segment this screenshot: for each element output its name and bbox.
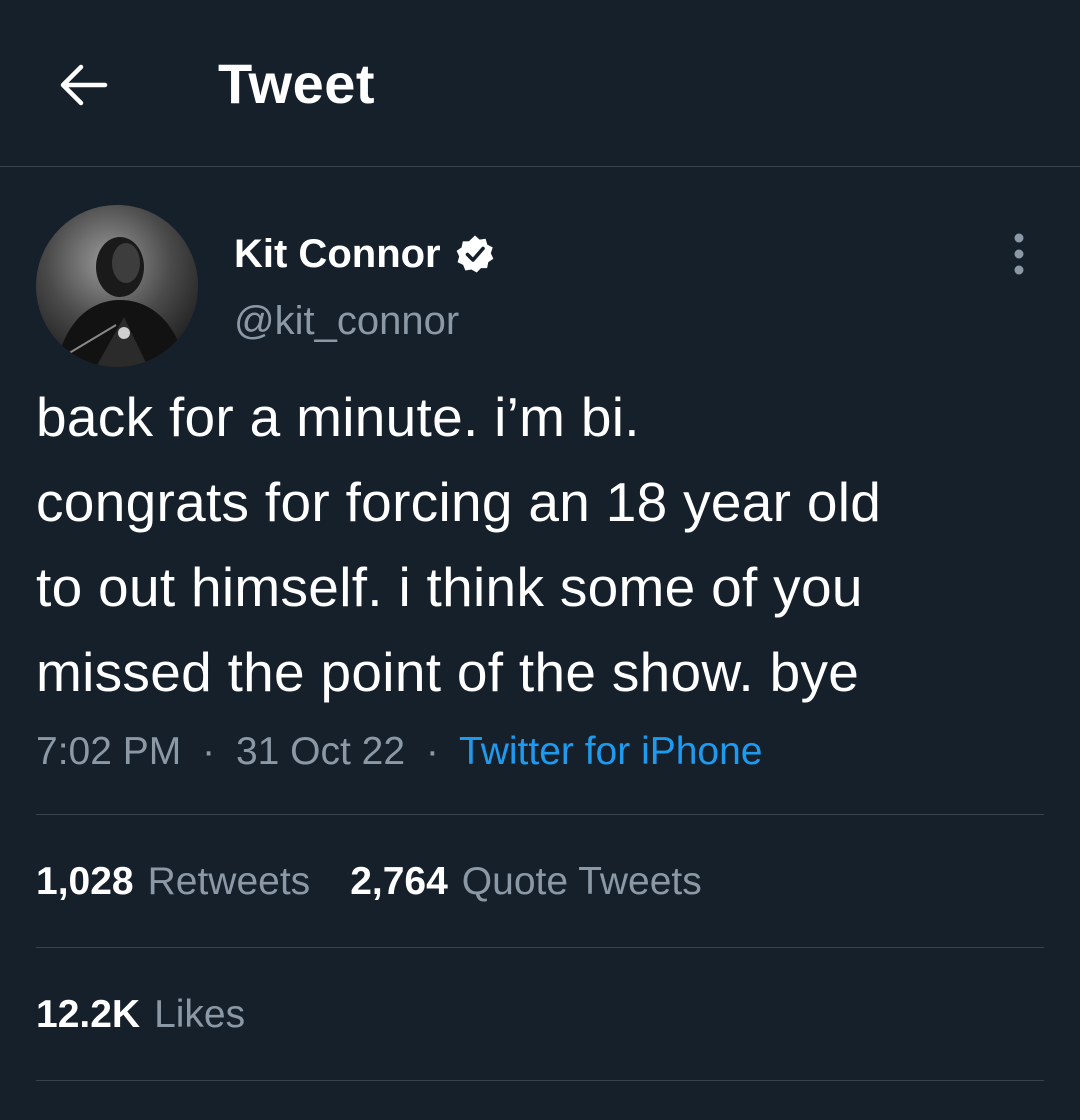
quote-tweets-count: 2,764 xyxy=(350,860,448,903)
top-bar: Tweet xyxy=(0,0,1080,167)
page-title: Tweet xyxy=(218,52,376,115)
avatar-image xyxy=(36,205,198,367)
avatar[interactable] xyxy=(36,205,198,367)
quote-tweets-stat[interactable]: 2,764 Quote Tweets xyxy=(350,860,702,904)
quote-tweets-label: Quote Tweets xyxy=(461,860,702,903)
meta-separator: · xyxy=(202,730,216,773)
more-options-button[interactable] xyxy=(994,226,1044,282)
tweet-text-line: back for a minute. i’m bi. xyxy=(36,386,640,448)
verified-badge-icon xyxy=(455,233,497,275)
tweet-time[interactable]: 7:02 PM xyxy=(36,730,181,773)
tweet-detail-page: Tweet Kit Connor @kit_connor back for a … xyxy=(0,0,1080,1120)
tweet-text-line: missed the point of the show. bye xyxy=(36,641,860,703)
tweet-source-link[interactable]: Twitter for iPhone xyxy=(459,730,762,773)
divider xyxy=(36,1080,1044,1081)
retweets-stat[interactable]: 1,028 Retweets xyxy=(36,860,310,904)
likes-stat[interactable]: 12.2K Likes xyxy=(36,993,245,1037)
likes-count: 12.2K xyxy=(36,993,141,1036)
tweet-text: back for a minute. i’m bi. congrats for … xyxy=(36,375,1056,715)
author-handle[interactable]: @kit_connor xyxy=(234,293,459,349)
tweet-text-line: congrats for forcing an 18 year old xyxy=(36,471,882,533)
arrow-left-icon xyxy=(60,64,108,106)
tweet-meta: 7:02 PM · 31 Oct 22 · Twitter for iPhone xyxy=(36,722,763,782)
more-vertical-icon xyxy=(1014,233,1024,275)
engagement-stats-row: 1,028 Retweets 2,764 Quote Tweets xyxy=(36,852,742,912)
retweets-count: 1,028 xyxy=(36,860,134,903)
divider xyxy=(36,947,1044,948)
meta-separator: · xyxy=(425,730,439,773)
author-name-row[interactable]: Kit Connor xyxy=(234,226,497,282)
author-name[interactable]: Kit Connor xyxy=(234,226,441,282)
divider xyxy=(36,814,1044,815)
back-button[interactable] xyxy=(48,50,118,120)
likes-stats-row: 12.2K Likes xyxy=(36,985,285,1045)
likes-label: Likes xyxy=(154,993,246,1036)
tweet-date[interactable]: 31 Oct 22 xyxy=(236,730,405,773)
tweet-text-line: to out himself. i think some of you xyxy=(36,556,863,618)
retweets-label: Retweets xyxy=(147,860,311,903)
